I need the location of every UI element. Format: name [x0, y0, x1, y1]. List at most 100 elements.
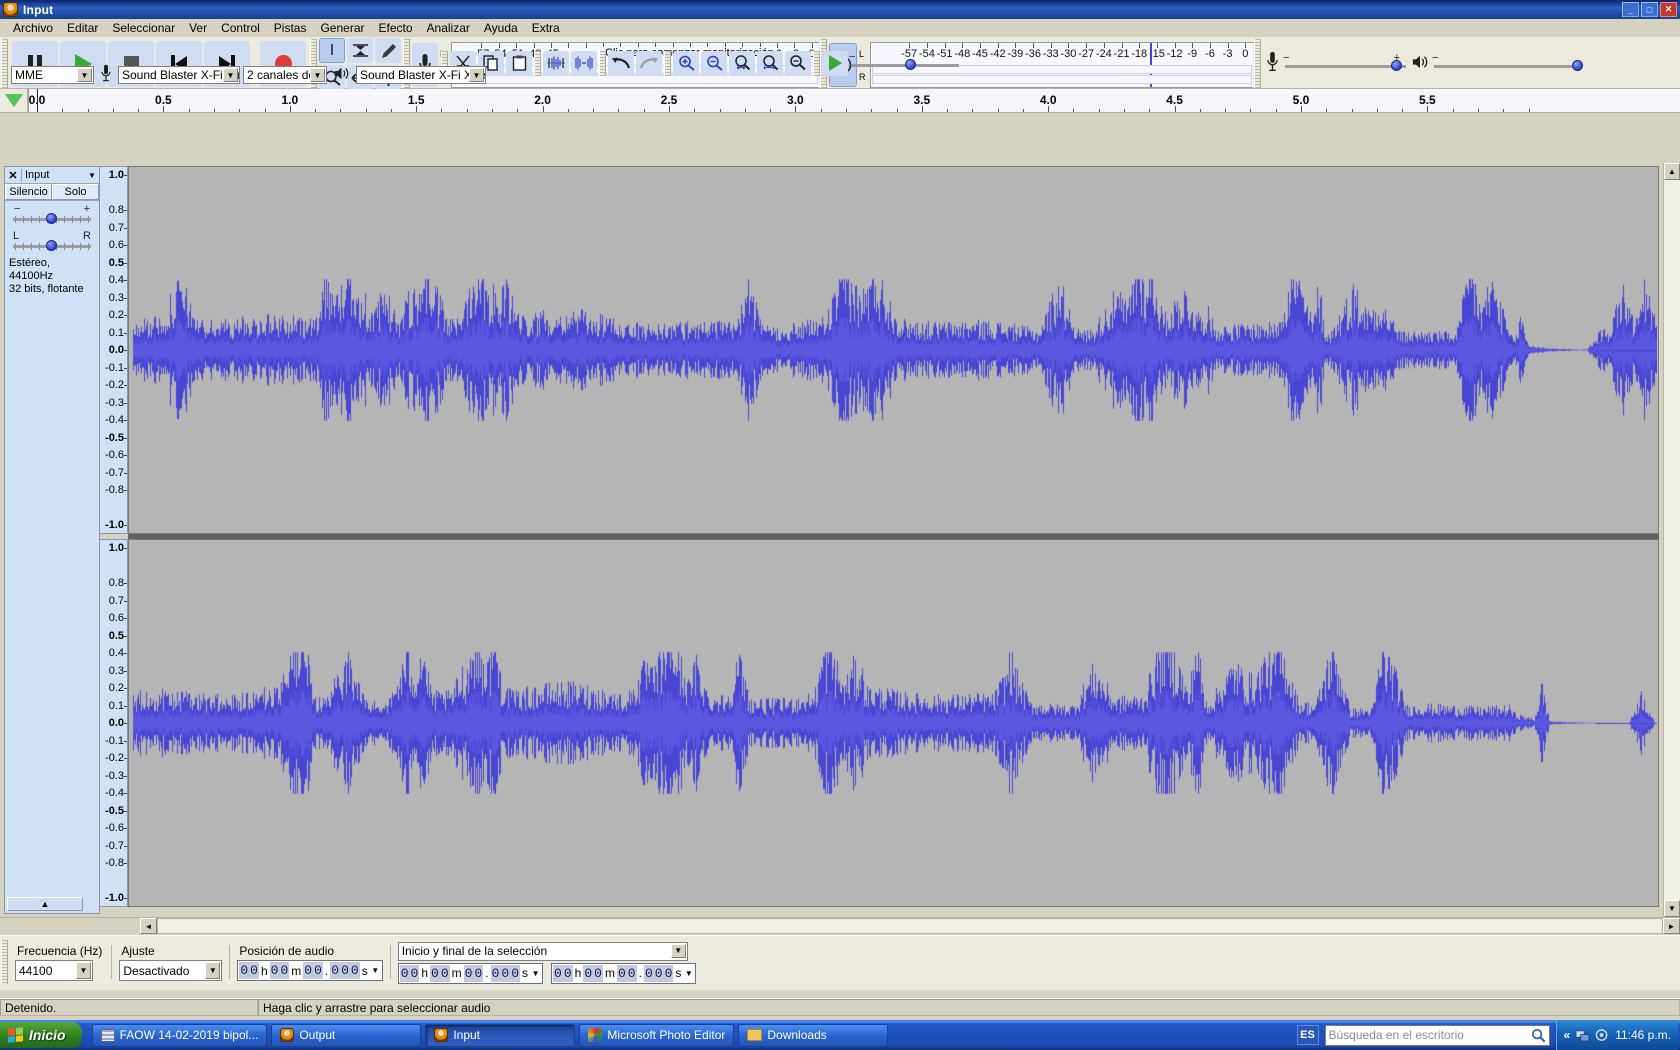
ntc-digit[interactable]: 0	[663, 964, 674, 982]
scroll-down-button[interactable]: ▼	[1664, 900, 1680, 917]
ntc-digit[interactable]: 0	[399, 964, 410, 982]
zoom-out-button[interactable]	[701, 50, 727, 76]
mixer-toolbar-grip[interactable]	[1254, 39, 1261, 88]
menu-item-ayuda[interactable]: Ayuda	[477, 20, 525, 36]
ntc-digit[interactable]: 0	[313, 962, 323, 979]
ntc-digit[interactable]: 0	[430, 964, 440, 982]
mute-button[interactable]: Silencio	[5, 184, 52, 200]
output-volume-slider[interactable]: −	[1432, 52, 1583, 75]
selection-toolbar-grip[interactable]	[1, 940, 8, 984]
play-speed-grip[interactable]	[813, 50, 820, 76]
selection-end-field[interactable]: 0 0 h 0 0 m 0 0. 0 0 0 s ▼	[551, 962, 697, 984]
ntc-digit[interactable]: 0	[583, 964, 594, 982]
selection-start-field[interactable]: 0 0 h 0 0 m 0 0. 0 0 0 s ▼	[397, 962, 544, 984]
edit2-grip[interactable]	[534, 50, 541, 76]
ntc-digit[interactable]: 0	[439, 964, 450, 982]
menu-item-generar[interactable]: Generar	[313, 20, 371, 36]
scroll-right-button[interactable]: ►	[1663, 918, 1680, 934]
menu-item-extra[interactable]: Extra	[525, 20, 567, 36]
vertical-ruler-right[interactable]: 1.0 0.8 0.7 0.6 0.5 0.4 0.3 0.2 0.1 0.0 -0.1 -0.2 -0…	[100, 539, 128, 907]
ntc-digit[interactable]: 0	[500, 964, 511, 982]
track-gain-slider[interactable]: − +	[11, 203, 93, 227]
ntc-digit[interactable]: 0	[473, 964, 484, 982]
start-button[interactable]: Inicio	[0, 1022, 82, 1048]
horizontal-scrollbar[interactable]: ◄ ►	[0, 917, 1680, 934]
ntc-digit[interactable]: 0	[279, 962, 290, 979]
menu-item-efecto[interactable]: Efecto	[372, 20, 420, 36]
menu-item-ver[interactable]: Ver	[182, 20, 214, 36]
menu-item-archivo[interactable]: Archivo	[6, 20, 60, 36]
desktop-search-box[interactable]: Búsqueda en el escritorio	[1324, 1024, 1550, 1046]
menu-item-editar[interactable]: Editar	[60, 20, 105, 36]
taskbar-item[interactable]: Output	[271, 1023, 422, 1047]
volume-icon[interactable]	[1595, 1028, 1610, 1042]
timeline-ruler[interactable]: 0.00.51.01.52.02.53.03.54.04.55.05.5	[28, 89, 1680, 112]
ntc-digit[interactable]: 0	[490, 964, 501, 982]
ntc-digit[interactable]: 0	[249, 962, 259, 979]
waveform-left-channel[interactable]	[128, 166, 1659, 534]
search-icon[interactable]	[1531, 1028, 1546, 1043]
undo-button[interactable]	[608, 50, 634, 76]
ntc-spinner[interactable]: ▼	[683, 969, 694, 978]
track-close-button[interactable]: ✕	[5, 168, 22, 182]
device-toolbar-grip[interactable]	[1, 66, 8, 86]
ntc-digit[interactable]: 0	[269, 962, 280, 979]
undo-grip[interactable]	[599, 50, 606, 76]
ntc-digit[interactable]: 0	[330, 962, 341, 979]
envelope-tool[interactable]	[347, 38, 373, 63]
silence-button[interactable]	[571, 50, 597, 76]
ntc-digit[interactable]: 0	[553, 964, 563, 982]
input-volume-slider[interactable]: − +	[1283, 52, 1408, 75]
ntc-digit[interactable]: 0	[409, 964, 420, 982]
selection-tool[interactable]: I	[319, 38, 345, 63]
taskbar-item[interactable]: FAOW 14-02-2019 bipol...	[91, 1023, 268, 1047]
menu-item-analizar[interactable]: Analizar	[420, 20, 477, 36]
menu-item-pistas[interactable]: Pistas	[267, 20, 314, 36]
ntc-digit[interactable]: 0	[593, 964, 603, 982]
ntc-digit[interactable]: 0	[463, 964, 474, 982]
track-pan-slider[interactable]: L R	[11, 230, 93, 254]
track-collapse-button[interactable]: ▲	[7, 897, 83, 911]
fit-selection-button[interactable]	[729, 50, 755, 76]
ntc-digit[interactable]: 0	[562, 964, 573, 982]
draw-tool[interactable]	[375, 38, 401, 63]
solo-button[interactable]: Solo	[52, 184, 99, 200]
zoom-in-button[interactable]	[673, 50, 699, 76]
minimize-button[interactable]: _	[1622, 2, 1639, 17]
ntc-digit[interactable]: 0	[239, 962, 250, 979]
taskbar-item[interactable]: Microsoft Photo Editor	[579, 1023, 735, 1047]
scroll-up-button[interactable]: ▲	[1664, 163, 1680, 180]
waveform-right-channel[interactable]	[128, 539, 1659, 907]
tray-expand-button[interactable]: «	[1564, 1028, 1571, 1042]
paste-button[interactable]	[506, 50, 532, 76]
menu-item-seleccionar[interactable]: Seleccionar	[105, 20, 182, 36]
language-indicator[interactable]: ES	[1296, 1025, 1319, 1045]
scroll-left-button[interactable]: ◄	[140, 918, 157, 934]
network-icon[interactable]	[1575, 1028, 1590, 1042]
menu-item-control[interactable]: Control	[214, 20, 267, 36]
taskbar-item[interactable]: Downloads	[738, 1023, 889, 1047]
ntc-digit[interactable]: 0	[510, 964, 521, 982]
play-at-speed-button[interactable]	[822, 50, 848, 76]
track-name[interactable]: Input	[22, 169, 85, 181]
ntc-digit[interactable]: 0	[653, 964, 664, 982]
trim-button[interactable]	[543, 50, 569, 76]
taskbar-item[interactable]: Input	[425, 1023, 576, 1047]
ntc-digit[interactable]: 0	[616, 964, 627, 982]
pinned-play-head-button[interactable]	[0, 89, 28, 112]
snap-combo[interactable]: Desactivado ▼	[119, 960, 223, 981]
ntc-spinner[interactable]: ▼	[370, 966, 381, 975]
chevron-down-icon[interactable]: ▼	[85, 171, 99, 180]
audio-host-combo[interactable]: MME ▼	[11, 66, 94, 84]
play-speed-slider[interactable]: −	[849, 51, 961, 74]
horizontal-scroll-track[interactable]	[157, 918, 1663, 934]
ntc-digit[interactable]: 0	[349, 962, 360, 979]
taskbar-clock[interactable]: 11:46 p.m.	[1615, 1028, 1671, 1042]
ntc-digit[interactable]: 0	[303, 962, 314, 979]
fit-project-button[interactable]	[757, 50, 783, 76]
maximize-button[interactable]: □	[1641, 2, 1658, 17]
zoom-toggle-button[interactable]	[785, 50, 811, 76]
vertical-scrollbar[interactable]: ▲ ▼	[1663, 163, 1680, 917]
redo-button[interactable]	[636, 50, 662, 76]
zoom-grip[interactable]	[664, 50, 671, 76]
